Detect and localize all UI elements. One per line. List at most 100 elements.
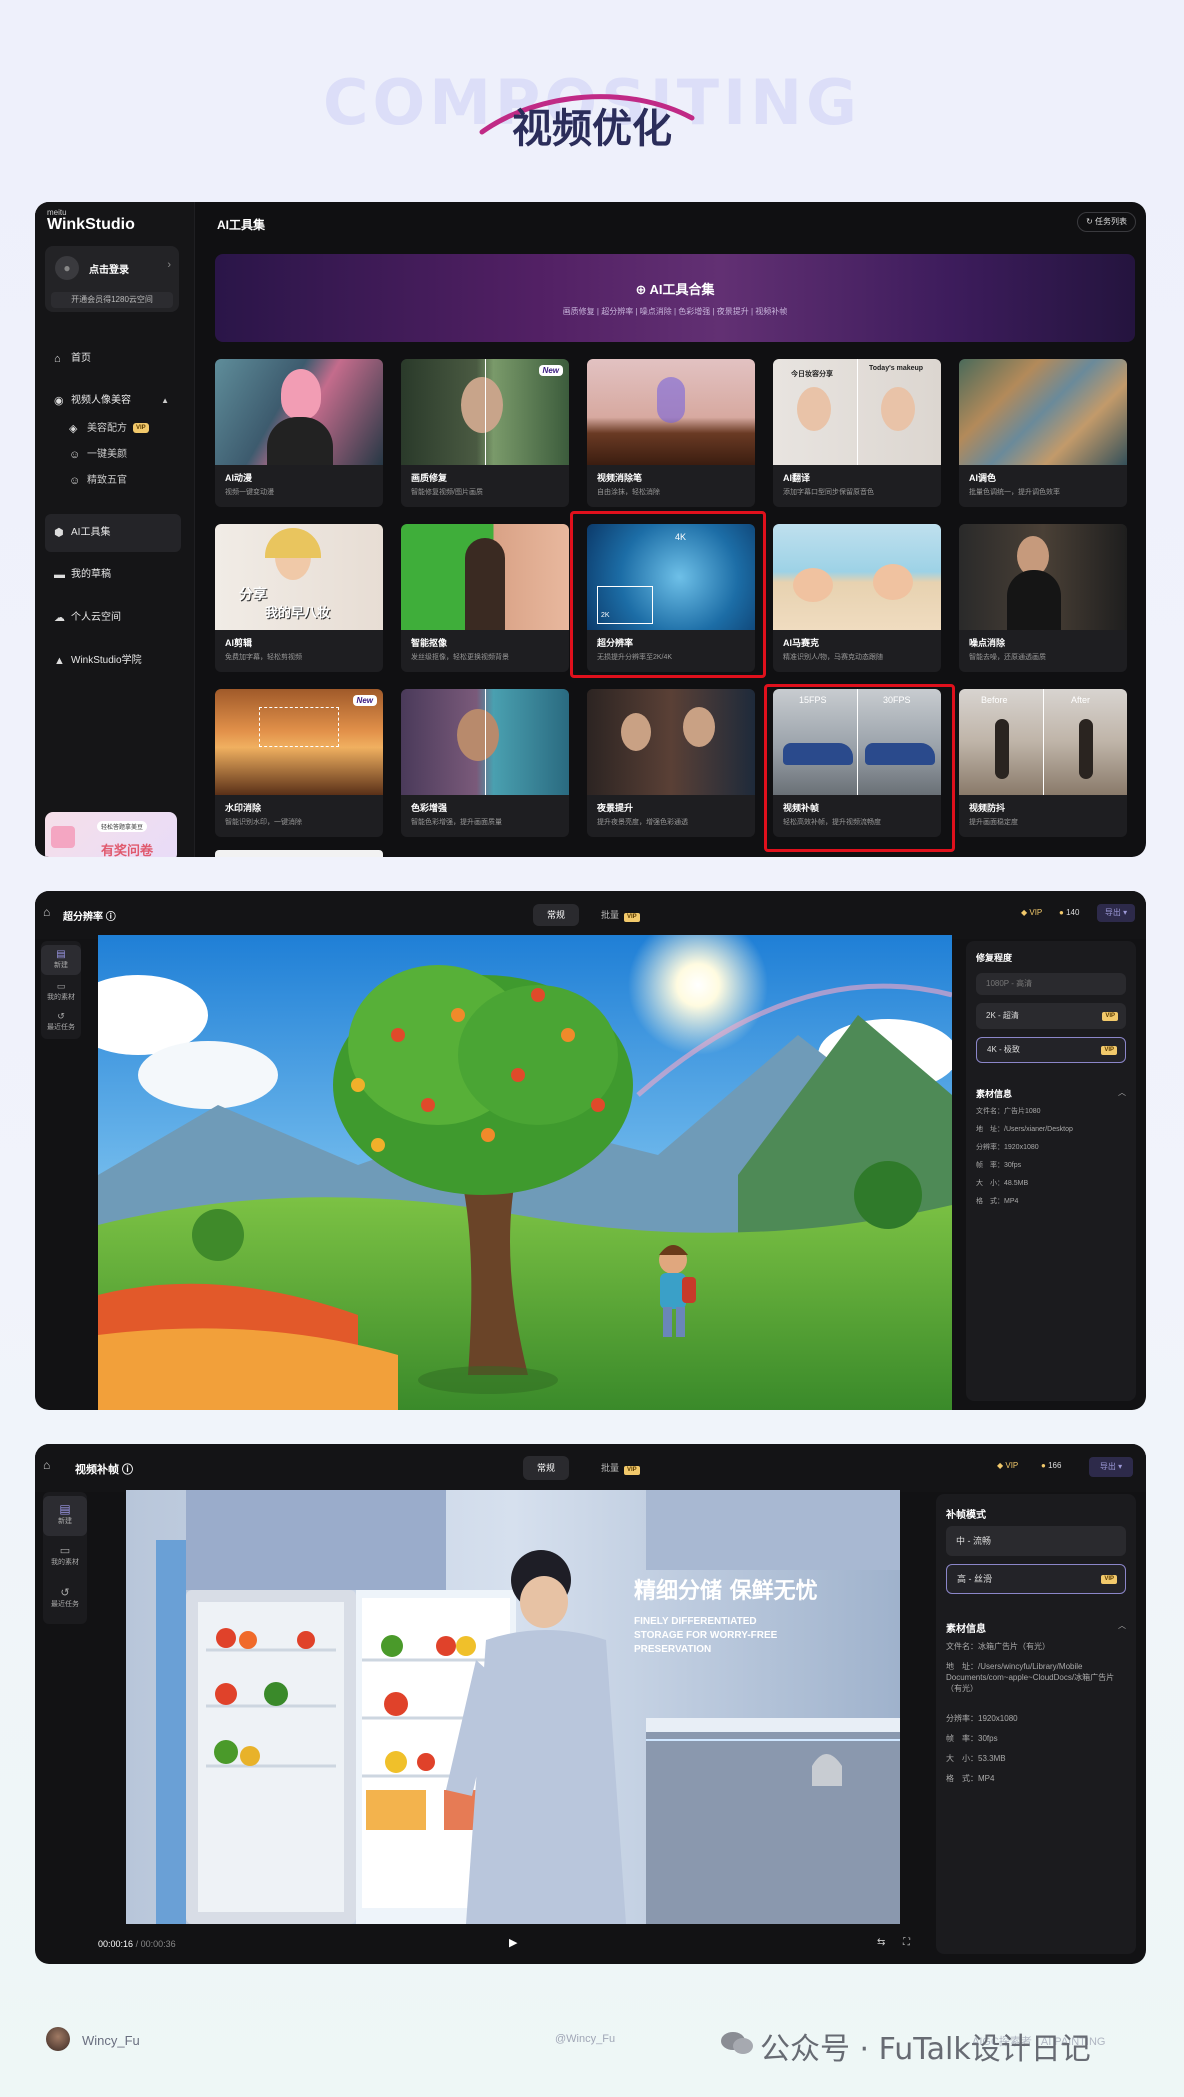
video-preview[interactable]: 精细分储 保鲜无忧 FINELY DIFFERENTIATED STORAGE … — [126, 1490, 900, 1924]
ad-en-text-2: STORAGE FOR WORRY-FREE — [634, 1630, 778, 1641]
card-desc: 智能去噪，还原通透画质 — [969, 654, 1046, 661]
erase-highlight — [657, 377, 685, 423]
features-icon: ☺ — [69, 475, 81, 487]
video-preview[interactable] — [98, 935, 952, 1410]
sidebar-item-home[interactable]: ⌂ 首页 — [45, 346, 181, 372]
sidebar-item-cloud[interactable]: ☁ 个人云空间 — [45, 605, 181, 631]
tool-card-stabilize[interactable]: Before After 视频防抖 提升画面稳定度 — [959, 689, 1127, 837]
portrait-icon: ◉ — [54, 395, 64, 407]
vip-badge: VIP — [624, 913, 640, 922]
info-icon[interactable]: ⓘ — [119, 1464, 133, 1476]
nav-recent-tasks[interactable]: ↺ 最近任务 — [41, 1011, 81, 1037]
option-2k[interactable]: 2K - 超清 VIP — [976, 1003, 1126, 1029]
thumb-caption-2: 我的早八妆 — [265, 605, 331, 620]
preview-illustration: 精细分储 保鲜无忧 FINELY DIFFERENTIATED STORAGE … — [126, 1490, 900, 1924]
ai-toolset-window: meitu WinkStudio ● 点击登录 › 开通会员得1280云空间 ⌂… — [35, 202, 1146, 857]
sidebar-item-one-click-beauty[interactable]: ☺ 一键美颜 — [45, 442, 181, 468]
settings-panel: 补帧模式 中 - 流畅 高 - 丝滑 VIP 素材信息 ︿ 文件名：冰箱广告片（有… — [936, 1494, 1136, 1954]
home-icon[interactable]: ⌂ — [43, 905, 50, 919]
toolbar: ⌂ 超分辨率 ⓘ 常规 批量 VIP ◆ VIP ● 140 导出 ▾ — [35, 891, 1146, 939]
coin-icon: ● — [1041, 1461, 1049, 1470]
card-title: 水印消除 — [225, 803, 262, 813]
tool-card-denoise[interactable]: 噪点消除 智能去噪，还原通透画质 — [959, 524, 1127, 672]
before-label: Before — [981, 695, 1008, 705]
option-high[interactable]: 高 - 丝滑 VIP — [946, 1564, 1126, 1594]
body — [1007, 570, 1061, 630]
nav-new[interactable]: ▤ 新建 — [41, 945, 81, 975]
vip-indicator[interactable]: ◆ VIP — [997, 1461, 1018, 1470]
nav-my-assets[interactable]: ▭ 我的素材 — [43, 1544, 87, 1578]
tool-card-ai-translate[interactable]: 今日妆容分享 Today's makeup AI翻译 添加字幕口型同步保留原音色 — [773, 359, 941, 507]
card-desc: 添加字幕口型同步保留原音色 — [783, 489, 874, 496]
nav-new[interactable]: ▤ 新建 — [43, 1496, 87, 1536]
export-button[interactable]: 导出 ▾ — [1089, 1457, 1133, 1477]
face-icon: ☺ — [69, 449, 81, 461]
portrait-face — [461, 377, 503, 433]
tab-normal[interactable]: 常规 — [523, 1456, 570, 1480]
vip-badge: VIP — [133, 423, 149, 434]
tool-card-watermark-remove[interactable]: New 水印消除 智能识别水印，一键消除 — [215, 689, 383, 837]
nav-my-assets[interactable]: ▭ 我的素材 — [41, 981, 81, 1007]
compare-divider — [857, 359, 858, 465]
card-title: AI马赛克 — [783, 638, 820, 648]
tool-card-ai-anime[interactable]: AI动漫 视频一键变动漫 — [215, 359, 383, 507]
login-label: 点击登录 — [89, 265, 129, 276]
option-4k[interactable]: 4K - 极致 VIP — [976, 1037, 1126, 1063]
vip-indicator[interactable]: ◆ VIP — [1021, 908, 1042, 917]
info-icon[interactable]: ⓘ — [103, 912, 116, 923]
super-resolution-window: ⌂ 超分辨率 ⓘ 常规 批量 VIP ◆ VIP ● 140 导出 ▾ ▤ 新建 ▭… — [35, 891, 1146, 1410]
tool-card-ai-mosaic[interactable]: AI马赛克 精准识别人/物，马赛克动态跟随 — [773, 524, 941, 672]
time-readout: 00:00:16 / 00:00:36 — [98, 1939, 176, 1949]
fullscreen-icon[interactable]: ⛶ — [903, 1937, 910, 1948]
login-card[interactable]: ● 点击登录 › 开通会员得1280云空间 — [45, 246, 179, 312]
coin-balance: ● 140 — [1059, 908, 1080, 917]
asset-info-format: 格 式：MP4 — [976, 1198, 1019, 1205]
nav-recent-tasks[interactable]: ↺ 最近任务 — [43, 1586, 87, 1620]
chevron-up-icon[interactable]: ︿ — [1118, 1087, 1126, 1098]
sidebar-item-portrait[interactable]: ◉ 视频人像美容 ▲ — [45, 388, 181, 414]
task-list-button[interactable]: ↻ 任务列表 — [1077, 212, 1136, 232]
sidebar-item-ai-tools[interactable]: ⬢ AI工具集 — [45, 514, 181, 552]
author-handle: @Wincy_Fu — [555, 2033, 616, 2045]
history-icon: ↺ — [57, 1011, 65, 1021]
card-desc: 提升画面稳定度 — [969, 819, 1018, 826]
tool-card-quality-repair[interactable]: New 画质修复 智能修复视频/图片画质 — [401, 359, 569, 507]
asset-info-size: 大 小：48.5MB — [976, 1180, 1029, 1187]
adjust-icon[interactable]: ⇆ — [877, 1937, 885, 1948]
export-button[interactable]: 导出 ▾ — [1097, 904, 1135, 922]
option-1080p[interactable]: 1080P - 高清 — [976, 973, 1126, 995]
tool-card-ai-color[interactable]: AI调色 批量色调统一，提升调色效率 — [959, 359, 1127, 507]
sidebar-item-academy[interactable]: ▲ WinkStudio学院 — [45, 648, 181, 674]
sidebar-item-features[interactable]: ☺ 精致五官 — [45, 468, 181, 494]
tab-normal[interactable]: 常规 — [533, 904, 580, 926]
tab-batch[interactable]: 批量 VIP — [587, 904, 654, 926]
tool-card-color-enhance[interactable]: 色彩增强 智能色彩增强，提升画面质量 — [401, 689, 569, 837]
asset-info-filename: 文件名：冰箱广告片（有光） — [946, 1642, 1050, 1651]
card-desc: 批量色调统一，提升调色效率 — [969, 489, 1060, 496]
asset-info-framerate: 帧 率：30fps — [976, 1162, 1022, 1169]
face — [457, 709, 499, 761]
card-desc: 提升夜景亮度，增强色彩通透 — [597, 819, 688, 826]
sidebar-item-drafts[interactable]: ▬ 我的草稿 — [45, 562, 181, 588]
promo-banner[interactable]: 轻松答题拿美豆 有奖问卷 — [45, 812, 177, 857]
tool-card-erase-pen[interactable]: 视频消除笔 自由涂抹，轻松消除 — [587, 359, 755, 507]
gift-icon — [51, 826, 75, 848]
chevron-right-icon: › — [167, 259, 171, 271]
option-medium[interactable]: 中 - 流畅 — [946, 1526, 1126, 1556]
home-icon[interactable]: ⌂ — [43, 1458, 50, 1472]
play-icon[interactable]: ▶ — [509, 1936, 517, 1949]
card-desc: 智能色彩增强，提升画面质量 — [411, 819, 502, 826]
author-name: Wincy_Fu — [82, 2033, 140, 2048]
interp-mode-title: 补帧模式 — [946, 1510, 986, 1521]
anime-body — [267, 417, 333, 465]
tool-card-night-enhance[interactable]: 夜景提升 提升夜景亮度，增强色彩通透 — [587, 689, 755, 837]
vip-badge: VIP — [624, 1466, 640, 1475]
tool-card-smart-cutout[interactable]: 智能抠像 发丝级抠像，轻松更换视频背景 — [401, 524, 569, 672]
vip-tip[interactable]: 开通会员得1280云空间 — [51, 292, 173, 308]
highlight-frame-interp — [764, 684, 955, 852]
tool-card-ai-edit[interactable]: 分享 我的早八妆 AI剪辑 免费加字幕，轻松剪视频 — [215, 524, 383, 672]
ai-tools-banner[interactable]: ⊕ AI工具合集 画质修复 | 超分辨率 | 噪点消除 | 色彩增强 | 夜景提… — [215, 254, 1135, 342]
sidebar-item-beauty-formula[interactable]: ◈ 美容配方 VIP — [45, 416, 181, 442]
chevron-up-icon[interactable]: ︿ — [1118, 1620, 1126, 1631]
tab-batch[interactable]: 批量 VIP — [587, 1456, 654, 1480]
